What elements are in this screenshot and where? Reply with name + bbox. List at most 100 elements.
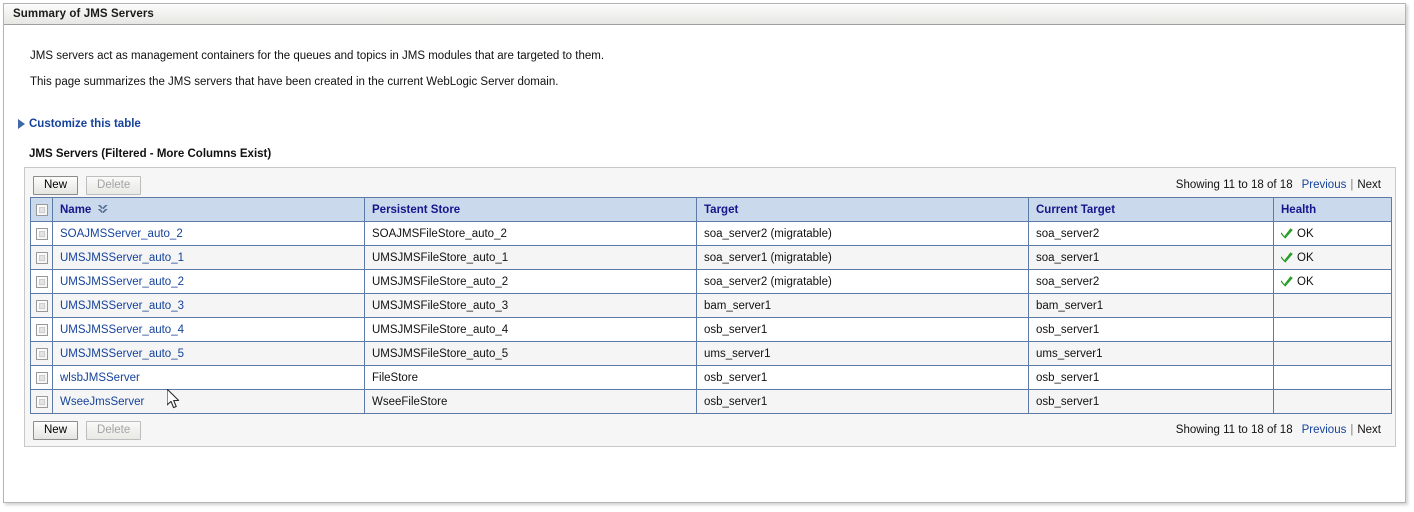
row-select-checkbox[interactable] xyxy=(35,395,48,408)
cell-persistent-store: FileStore xyxy=(364,365,697,390)
row-select-checkbox[interactable] xyxy=(35,251,48,264)
row-select-cell xyxy=(30,245,53,270)
column-header-persistent-store-label: Persistent Store xyxy=(372,203,461,216)
jms-server-link[interactable]: UMSJMSServer_auto_4 xyxy=(60,324,184,336)
row-select-cell xyxy=(30,389,53,414)
cell-persistent-store: SOAJMSFileStore_auto_2 xyxy=(364,221,697,246)
cell-persistent-store: UMSJMSFileStore_auto_4 xyxy=(364,317,697,342)
pagination-separator-top: | xyxy=(1350,179,1354,191)
next-link-top: Next xyxy=(1357,179,1381,191)
table-row: UMSJMSServer_auto_4 UMSJMSFileStore_auto_… xyxy=(30,317,1392,342)
jms-server-link[interactable]: SOAJMSServer_auto_2 xyxy=(60,228,183,240)
cell-current-target-text: osb_server1 xyxy=(1036,323,1100,336)
content-panel: Summary of JMS Servers JMS servers act a… xyxy=(3,3,1406,503)
cell-persistent-store: UMSJMSFileStore_auto_5 xyxy=(364,341,697,366)
cell-target-text: ums_server1 xyxy=(704,347,771,360)
cell-name: UMSJMSServer_auto_2 xyxy=(52,269,365,294)
triangle-right-icon xyxy=(18,119,25,129)
panel-title-bar: Summary of JMS Servers xyxy=(4,4,1405,25)
row-select-checkbox[interactable] xyxy=(35,347,48,360)
column-header-current-target[interactable]: Current Target xyxy=(1028,197,1274,222)
column-header-name[interactable]: Name xyxy=(52,197,365,222)
row-select-checkbox[interactable] xyxy=(35,371,48,384)
cell-current-target-text: ums_server1 xyxy=(1036,347,1103,360)
new-button-bottom[interactable]: New xyxy=(33,420,79,440)
jms-servers-table: Name Persistent Store Target Current Tar… xyxy=(30,197,1392,414)
row-select-checkbox[interactable] xyxy=(35,323,48,336)
cell-target-text: osb_server1 xyxy=(704,395,768,408)
row-select-cell xyxy=(30,221,53,246)
column-header-persistent-store[interactable]: Persistent Store xyxy=(364,197,697,222)
column-header-name-label: Name xyxy=(60,203,92,216)
jms-server-link[interactable]: WseeJmsServer xyxy=(60,396,144,408)
previous-link-top[interactable]: Previous xyxy=(1302,179,1347,191)
cell-target-text: soa_server2 (migratable) xyxy=(704,227,832,240)
pagination-bottom: Showing 11 to 18 of 18 Previous | Next xyxy=(1176,424,1388,436)
cell-target: soa_server2 (migratable) xyxy=(696,269,1029,294)
jms-server-link[interactable]: UMSJMSServer_auto_2 xyxy=(60,276,184,288)
select-all-checkbox[interactable] xyxy=(35,203,48,216)
previous-link-bottom[interactable]: Previous xyxy=(1302,424,1347,436)
cell-current-target: soa_server2 xyxy=(1028,221,1274,246)
table-header-row: Name Persistent Store Target Current Tar… xyxy=(30,197,1392,222)
row-select-cell xyxy=(30,293,53,318)
cell-current-target-text: osb_server1 xyxy=(1036,371,1100,384)
column-header-health[interactable]: Health xyxy=(1273,197,1392,222)
cell-health xyxy=(1273,365,1392,390)
cell-target: ums_server1 xyxy=(696,341,1029,366)
row-select-cell xyxy=(30,269,53,294)
select-all-header xyxy=(30,197,53,222)
cell-name: UMSJMSServer_auto_1 xyxy=(52,245,365,270)
cell-target: soa_server2 (migratable) xyxy=(696,221,1029,246)
cell-current-target-text: soa_server2 xyxy=(1036,227,1100,240)
table-row: UMSJMSServer_auto_3 UMSJMSFileStore_auto_… xyxy=(30,293,1392,318)
panel-body: JMS servers act as management containers… xyxy=(4,50,1405,447)
row-select-cell xyxy=(30,341,53,366)
table-toolbar-top: New Delete Showing 11 to 18 of 18 Previo… xyxy=(28,173,1392,197)
cell-current-target-text: soa_server1 xyxy=(1036,251,1100,264)
cell-name: WseeJmsServer xyxy=(52,389,365,414)
table-row: UMSJMSServer_auto_2 UMSJMSFileStore_auto_… xyxy=(30,269,1392,294)
jms-server-link[interactable]: wlsbJMSServer xyxy=(60,372,140,384)
jms-server-link[interactable]: UMSJMSServer_auto_1 xyxy=(60,252,184,264)
cell-target: osb_server1 xyxy=(696,365,1029,390)
jms-server-link[interactable]: UMSJMSServer_auto_5 xyxy=(60,348,184,360)
table-row: UMSJMSServer_auto_5 UMSJMSFileStore_auto_… xyxy=(30,341,1392,366)
cell-health: OK xyxy=(1273,245,1392,270)
column-header-current-target-label: Current Target xyxy=(1036,203,1116,216)
cell-current-target: osb_server1 xyxy=(1028,317,1274,342)
table-caption: JMS Servers (Filtered - More Columns Exi… xyxy=(29,148,272,160)
pagination-showing-bottom: Showing 11 to 18 of 18 xyxy=(1175,424,1293,436)
cell-health xyxy=(1273,341,1392,366)
jms-server-link[interactable]: UMSJMSServer_auto_3 xyxy=(60,300,184,312)
cell-current-target: osb_server1 xyxy=(1028,389,1274,414)
cell-name: UMSJMSServer_auto_4 xyxy=(52,317,365,342)
cell-persistent-store: UMSJMSFileStore_auto_2 xyxy=(364,269,697,294)
cell-persistent-store-text: FileStore xyxy=(372,371,419,384)
description-line-1: JMS servers act as management containers… xyxy=(30,50,605,62)
check-mark-icon xyxy=(1281,228,1293,239)
cell-target: osb_server1 xyxy=(696,389,1029,414)
cell-current-target-text: bam_server1 xyxy=(1036,299,1104,312)
table-row: SOAJMSServer_auto_2 SOAJMSFileStore_auto_… xyxy=(30,221,1392,246)
row-select-checkbox[interactable] xyxy=(35,299,48,312)
cell-persistent-store-text: UMSJMSFileStore_auto_2 xyxy=(372,275,509,288)
cell-persistent-store-text: SOAJMSFileStore_auto_2 xyxy=(372,227,507,240)
cell-health xyxy=(1273,293,1392,318)
check-mark-icon xyxy=(1281,252,1293,263)
customize-this-table-toggle[interactable]: Customize this table xyxy=(17,116,157,132)
cell-target-text: soa_server2 (migratable) xyxy=(704,275,832,288)
health-status: OK xyxy=(1281,252,1314,264)
table-body: SOAJMSServer_auto_2 SOAJMSFileStore_auto_… xyxy=(30,221,1392,414)
cell-persistent-store: WseeFileStore xyxy=(364,389,697,414)
row-select-checkbox[interactable] xyxy=(35,227,48,240)
cell-persistent-store: UMSJMSFileStore_auto_1 xyxy=(364,245,697,270)
row-select-checkbox[interactable] xyxy=(35,275,48,288)
cell-health: OK xyxy=(1273,221,1392,246)
cell-current-target-text: osb_server1 xyxy=(1036,395,1100,408)
pagination-showing-top: Showing 11 to 18 of 18 xyxy=(1175,179,1293,191)
cell-name: SOAJMSServer_auto_2 xyxy=(52,221,365,246)
description-line-2: This page summarizes the JMS servers tha… xyxy=(30,76,559,88)
column-header-target[interactable]: Target xyxy=(696,197,1029,222)
new-button-top[interactable]: New xyxy=(33,175,79,195)
